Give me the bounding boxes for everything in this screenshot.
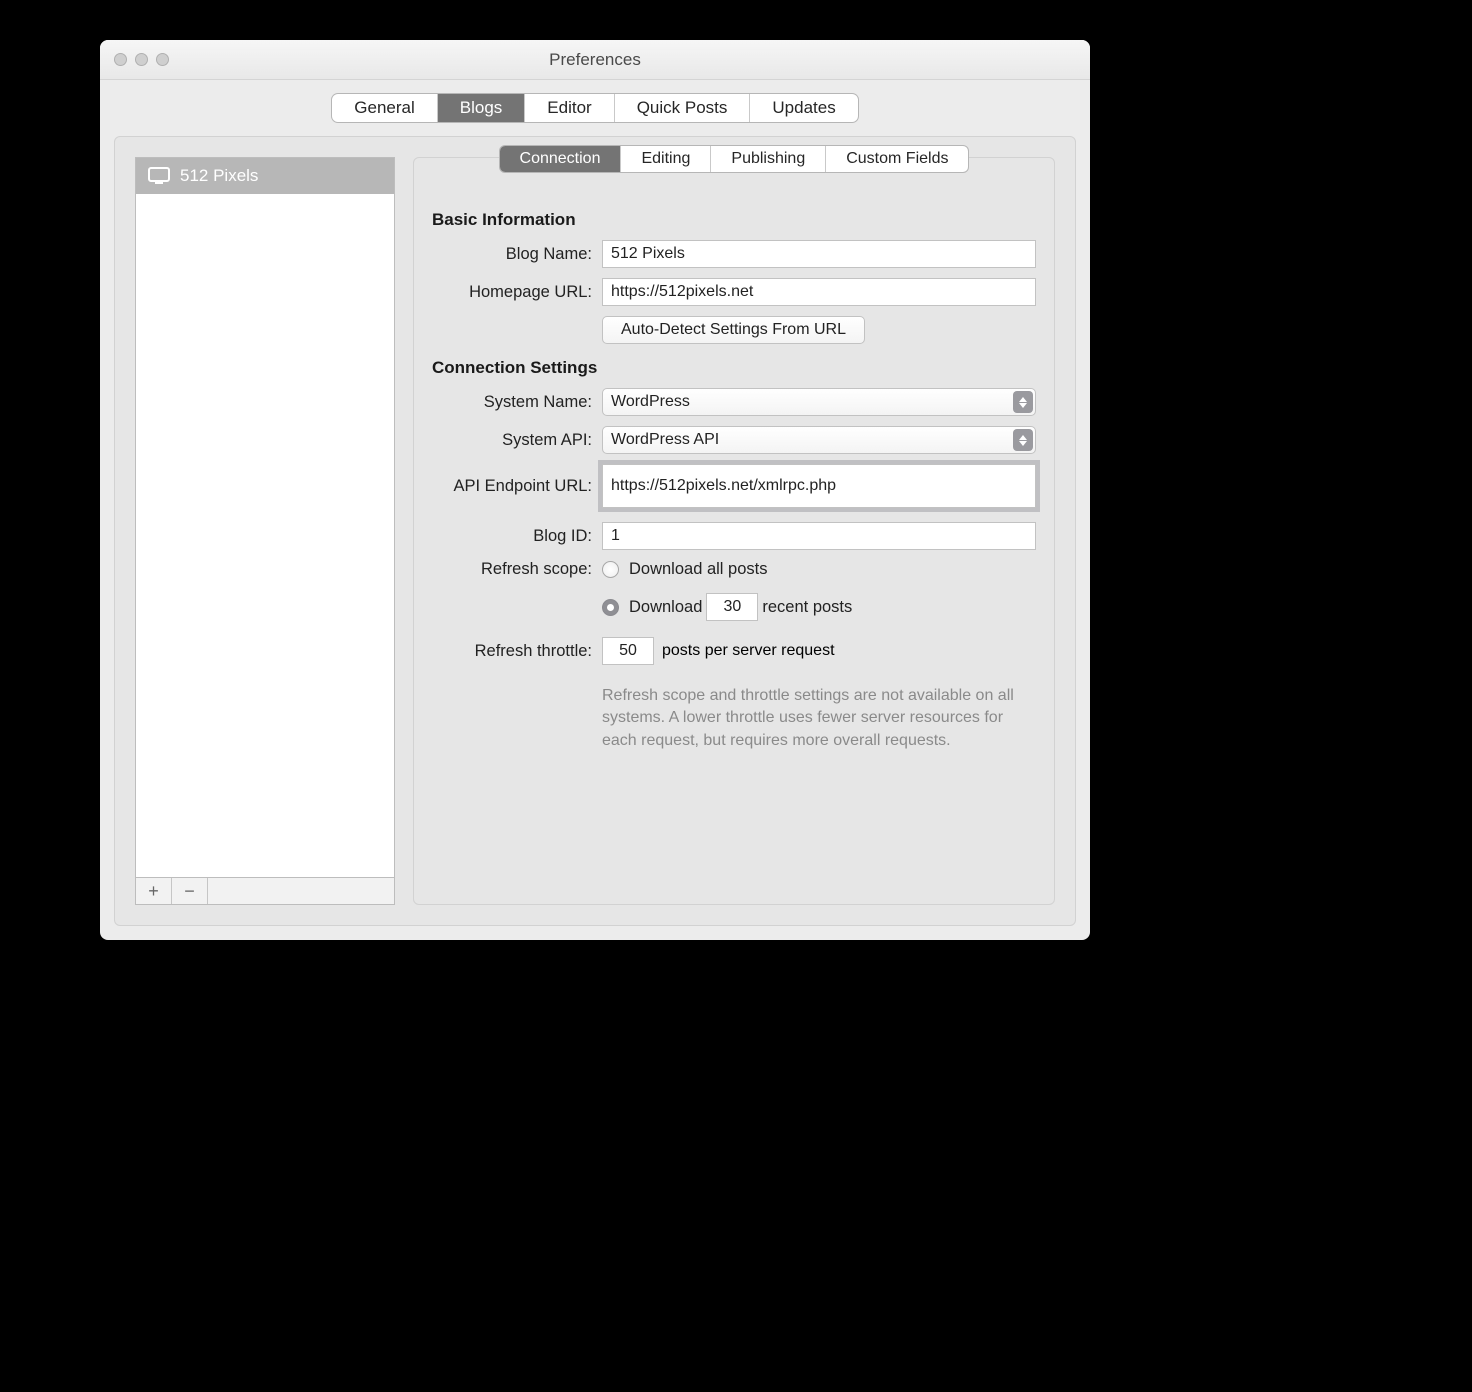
main-area: 512 Pixels + − Connection Editing Publis… <box>114 136 1076 926</box>
scope-all-radio[interactable] <box>602 561 619 578</box>
close-window-button[interactable] <box>114 53 127 66</box>
add-blog-button[interactable]: + <box>136 878 172 904</box>
connection-form: Basic Information Blog Name: Homepage UR… <box>414 184 1054 780</box>
connection-settings-header: Connection Settings <box>432 358 1036 378</box>
subtab-connection[interactable]: Connection <box>500 146 622 172</box>
subtab-editing[interactable]: Editing <box>621 146 711 172</box>
blogs-list-spacer <box>208 878 394 904</box>
tab-editor[interactable]: Editor <box>525 94 614 122</box>
throttle-count-input[interactable] <box>602 637 654 665</box>
blogs-list-buttons: + − <box>135 877 395 905</box>
autodetect-button[interactable]: Auto-Detect Settings From URL <box>602 316 865 344</box>
blog-subtabs: Connection Editing Publishing Custom Fie… <box>500 146 969 172</box>
homepage-url-input[interactable] <box>602 278 1036 306</box>
titlebar: Preferences <box>100 40 1090 80</box>
scope-all-label: Download all posts <box>629 560 768 579</box>
preferences-window: Preferences General Blogs Editor Quick P… <box>100 40 1090 940</box>
monitor-icon <box>148 167 170 185</box>
main-tabbar: General Blogs Editor Quick Posts Updates <box>332 94 857 122</box>
tab-quick-posts[interactable]: Quick Posts <box>615 94 751 122</box>
remove-blog-button[interactable]: − <box>172 878 208 904</box>
scope-recent-prefix: Download <box>629 598 702 617</box>
popup-arrows-icon <box>1013 391 1033 413</box>
system-name-value: WordPress <box>611 393 690 411</box>
window-body: General Blogs Editor Quick Posts Updates… <box>100 80 1090 940</box>
subtab-custom-fields[interactable]: Custom Fields <box>826 146 968 172</box>
blog-list-item-label: 512 Pixels <box>180 166 258 186</box>
throttle-suffix: posts per server request <box>662 642 835 660</box>
tab-updates[interactable]: Updates <box>750 94 857 122</box>
minimize-window-button[interactable] <box>135 53 148 66</box>
subtab-publishing[interactable]: Publishing <box>711 146 826 172</box>
system-api-label: System API: <box>432 431 602 450</box>
system-name-popup[interactable]: WordPress <box>602 388 1036 416</box>
api-endpoint-input[interactable] <box>602 464 1036 508</box>
system-name-label: System Name: <box>432 393 602 412</box>
refresh-scope-label: Refresh scope: <box>432 560 602 579</box>
tab-general[interactable]: General <box>332 94 437 122</box>
blog-list-item[interactable]: 512 Pixels <box>136 158 394 194</box>
tab-blogs[interactable]: Blogs <box>438 94 526 122</box>
blog-name-label: Blog Name: <box>432 245 602 264</box>
blog-id-input[interactable] <box>602 522 1036 550</box>
refresh-throttle-label: Refresh throttle: <box>432 642 602 661</box>
popup-arrows-icon <box>1013 429 1033 451</box>
window-title: Preferences <box>100 50 1090 70</box>
blogs-sidebar: 512 Pixels + − <box>135 157 395 905</box>
basic-info-header: Basic Information <box>432 210 1036 230</box>
window-controls <box>100 53 169 66</box>
refresh-help-text: Refresh scope and throttle settings are … <box>602 685 1036 752</box>
scope-recent-radio[interactable] <box>602 599 619 616</box>
system-api-popup[interactable]: WordPress API <box>602 426 1036 454</box>
blog-id-label: Blog ID: <box>432 527 602 546</box>
blog-settings-pane: Connection Editing Publishing Custom Fie… <box>413 157 1055 905</box>
system-api-value: WordPress API <box>611 431 719 449</box>
recent-count-input[interactable] <box>706 593 758 621</box>
zoom-window-button[interactable] <box>156 53 169 66</box>
blogs-list: 512 Pixels <box>135 157 395 877</box>
homepage-url-label: Homepage URL: <box>432 283 602 302</box>
api-endpoint-label: API Endpoint URL: <box>432 477 602 496</box>
blog-name-input[interactable] <box>602 240 1036 268</box>
scope-recent-suffix: recent posts <box>762 598 852 617</box>
